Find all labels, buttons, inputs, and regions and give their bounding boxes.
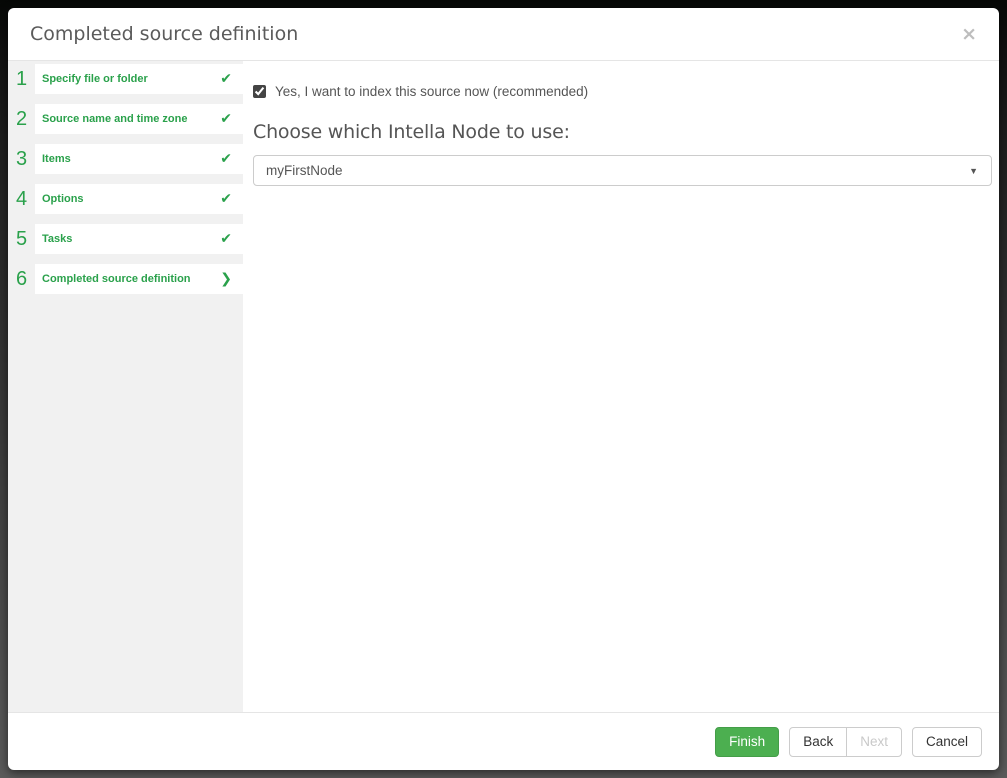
- step-card: Source name and time zone ✔: [35, 104, 243, 134]
- step-number: 6: [8, 264, 35, 294]
- dialog-header: Completed source definition ×: [8, 8, 999, 61]
- next-button[interactable]: Next: [846, 727, 902, 757]
- check-icon: ✔: [220, 72, 232, 86]
- step-card: Items ✔: [35, 144, 243, 174]
- wizard-dialog: Completed source definition × 1 Specify …: [8, 8, 999, 770]
- step-label: Options: [42, 193, 220, 205]
- step-number: 4: [8, 184, 35, 214]
- check-icon: ✔: [220, 112, 232, 126]
- dialog-title: Completed source definition: [30, 23, 957, 45]
- check-icon: ✔: [220, 192, 232, 206]
- dialog-body: 1 Specify file or folder ✔ 2 Source name…: [8, 61, 999, 712]
- step-number: 1: [8, 64, 35, 94]
- step-label: Items: [42, 153, 220, 165]
- step-number: 3: [8, 144, 35, 174]
- wizard-steps-sidebar: 1 Specify file or folder ✔ 2 Source name…: [8, 61, 243, 712]
- index-now-row: Yes, I want to index this source now (re…: [253, 84, 992, 99]
- main-content: Yes, I want to index this source now (re…: [243, 61, 999, 712]
- step-card: Specify file or folder ✔: [35, 64, 243, 94]
- step-label: Source name and time zone: [42, 113, 220, 125]
- node-heading: Choose which Intella Node to use:: [253, 119, 992, 145]
- chevron-right-icon: ❯: [220, 272, 232, 286]
- step-label: Tasks: [42, 233, 220, 245]
- step-card: Tasks ✔: [35, 224, 243, 254]
- step-card: Options ✔: [35, 184, 243, 214]
- close-icon[interactable]: ×: [957, 23, 981, 46]
- step-label: Completed source definition: [42, 273, 220, 285]
- step-completed-source-definition[interactable]: 6 Completed source definition ❯: [8, 264, 243, 294]
- step-specify-file-or-folder[interactable]: 1 Specify file or folder ✔: [8, 64, 243, 94]
- step-number: 5: [8, 224, 35, 254]
- step-label: Specify file or folder: [42, 73, 220, 85]
- node-select-wrap: myFirstNode ▼: [253, 155, 992, 186]
- step-source-name-and-time-zone[interactable]: 2 Source name and time zone ✔: [8, 104, 243, 134]
- step-items[interactable]: 3 Items ✔: [8, 144, 243, 174]
- back-next-button-group: Back Next: [789, 727, 902, 757]
- back-button[interactable]: Back: [789, 727, 847, 757]
- step-options[interactable]: 4 Options ✔: [8, 184, 243, 214]
- check-icon: ✔: [220, 152, 232, 166]
- dialog-footer: Finish Back Next Cancel: [8, 712, 999, 770]
- index-now-checkbox[interactable]: [253, 85, 266, 98]
- step-card: Completed source definition ❯: [35, 264, 243, 294]
- node-select[interactable]: myFirstNode: [253, 155, 992, 186]
- index-now-label[interactable]: Yes, I want to index this source now (re…: [275, 84, 588, 99]
- check-icon: ✔: [220, 232, 232, 246]
- step-tasks[interactable]: 5 Tasks ✔: [8, 224, 243, 254]
- step-number: 2: [8, 104, 35, 134]
- cancel-button[interactable]: Cancel: [912, 727, 982, 757]
- finish-button[interactable]: Finish: [715, 727, 779, 757]
